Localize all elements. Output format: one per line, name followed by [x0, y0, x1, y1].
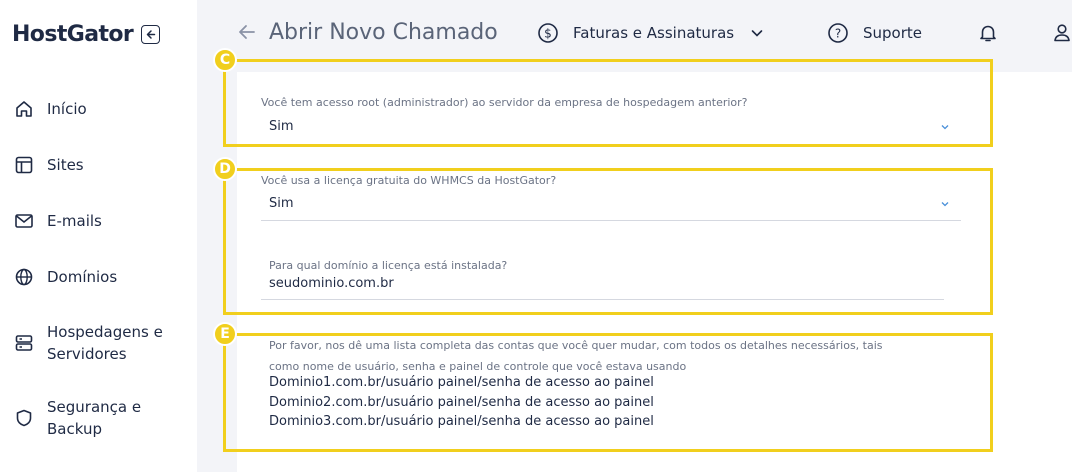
- svg-text:$: $: [544, 27, 552, 41]
- sidebar-item-dominios[interactable]: Domínios: [13, 266, 117, 288]
- section-d: [223, 168, 993, 315]
- section-badge-d: D: [213, 157, 237, 181]
- dollar-circle-icon: $: [537, 22, 559, 44]
- sidebar-item-label: Sites: [47, 156, 84, 174]
- accounts-textarea[interactable]: Dominio1.com.br/usuário painel/senha de …: [269, 373, 654, 432]
- root-access-label: Você tem acesso root (administrador) ao …: [261, 96, 748, 109]
- back-arrow-icon[interactable]: [237, 22, 257, 46]
- logo-row: HostGator: [12, 22, 161, 47]
- accounts-line: Dominio3.com.br/usuário painel/senha de …: [269, 414, 654, 429]
- license-domain-input[interactable]: seudominio.com.br: [269, 276, 394, 291]
- sidebar-item-label-line2: Servidores: [47, 345, 127, 363]
- chevron-down-icon[interactable]: [939, 118, 951, 137]
- home-icon: [13, 98, 35, 120]
- sidebar-item-label: E-mails: [47, 212, 102, 230]
- section-badge-e: E: [213, 322, 237, 346]
- whmcs-select-underline: [261, 220, 961, 221]
- sidebar-item-label-group: Segurança e Backup: [47, 396, 141, 440]
- accounts-description: Por favor, nos dê uma lista completa das…: [269, 335, 883, 377]
- sidebar-item-emails[interactable]: E-mails: [13, 210, 102, 232]
- sidebar-item-label: Domínios: [47, 268, 118, 286]
- page-title: Abrir Novo Chamado: [269, 20, 498, 45]
- whmcs-label: Você usa a licença gratuita do WHMCS da …: [261, 174, 557, 187]
- sidebar-item-label-line2: Backup: [47, 420, 102, 438]
- sidebar-item-hospedagens[interactable]: Hospedagens e Servidores: [13, 321, 163, 365]
- user-icon[interactable]: [1052, 22, 1072, 48]
- sidebar-item-label-group: Hospedagens e Servidores: [47, 321, 163, 365]
- billing-label: Faturas e Assinaturas: [573, 24, 735, 42]
- sidebar-item-label: Hospedagens e: [47, 323, 163, 341]
- chevron-down-icon: [750, 26, 764, 40]
- license-domain-underline: [261, 299, 944, 300]
- svg-text:?: ?: [835, 27, 841, 41]
- sidebar-item-sites[interactable]: Sites: [13, 154, 84, 176]
- whmcs-select[interactable]: Sim: [269, 196, 294, 211]
- bell-icon[interactable]: [977, 22, 999, 48]
- mail-icon: [13, 210, 35, 232]
- accounts-line: Dominio2.com.br/usuário painel/senha de …: [269, 394, 654, 410]
- globe-icon: [13, 266, 35, 288]
- sidebar-item-inicio[interactable]: Início: [13, 98, 87, 120]
- logo: HostGator: [12, 22, 134, 47]
- section-badge-c: C: [213, 48, 237, 72]
- support-label: Suporte: [863, 24, 923, 42]
- shield-icon: [13, 407, 35, 429]
- root-access-select[interactable]: Sim: [269, 119, 294, 134]
- license-domain-label: Para qual domínio a licença está instala…: [269, 259, 508, 272]
- server-icon: [13, 332, 35, 354]
- form-content: C Você tem acesso root (administrador) a…: [213, 48, 1072, 472]
- layout-icon: [13, 154, 35, 176]
- billing-menu[interactable]: $ Faturas e Assinaturas: [537, 22, 764, 44]
- sidebar-item-label: Início: [47, 100, 87, 118]
- arrow-left-icon: [146, 30, 156, 39]
- accounts-description-line1: Por favor, nos dê uma lista completa das…: [269, 339, 883, 352]
- support-link[interactable]: ? Suporte: [827, 22, 922, 44]
- sidebar-item-seguranca[interactable]: Segurança e Backup: [13, 396, 141, 440]
- help-circle-icon: ?: [827, 22, 849, 44]
- accounts-line: Dominio1.com.br/usuário painel/senha de …: [269, 375, 654, 390]
- sidebar-item-label: Segurança e: [47, 398, 142, 416]
- chevron-down-icon[interactable]: [939, 195, 951, 214]
- sidebar: HostGator Início Sites E-mails Domínios: [0, 0, 197, 472]
- collapse-sidebar-button[interactable]: [141, 25, 161, 44]
